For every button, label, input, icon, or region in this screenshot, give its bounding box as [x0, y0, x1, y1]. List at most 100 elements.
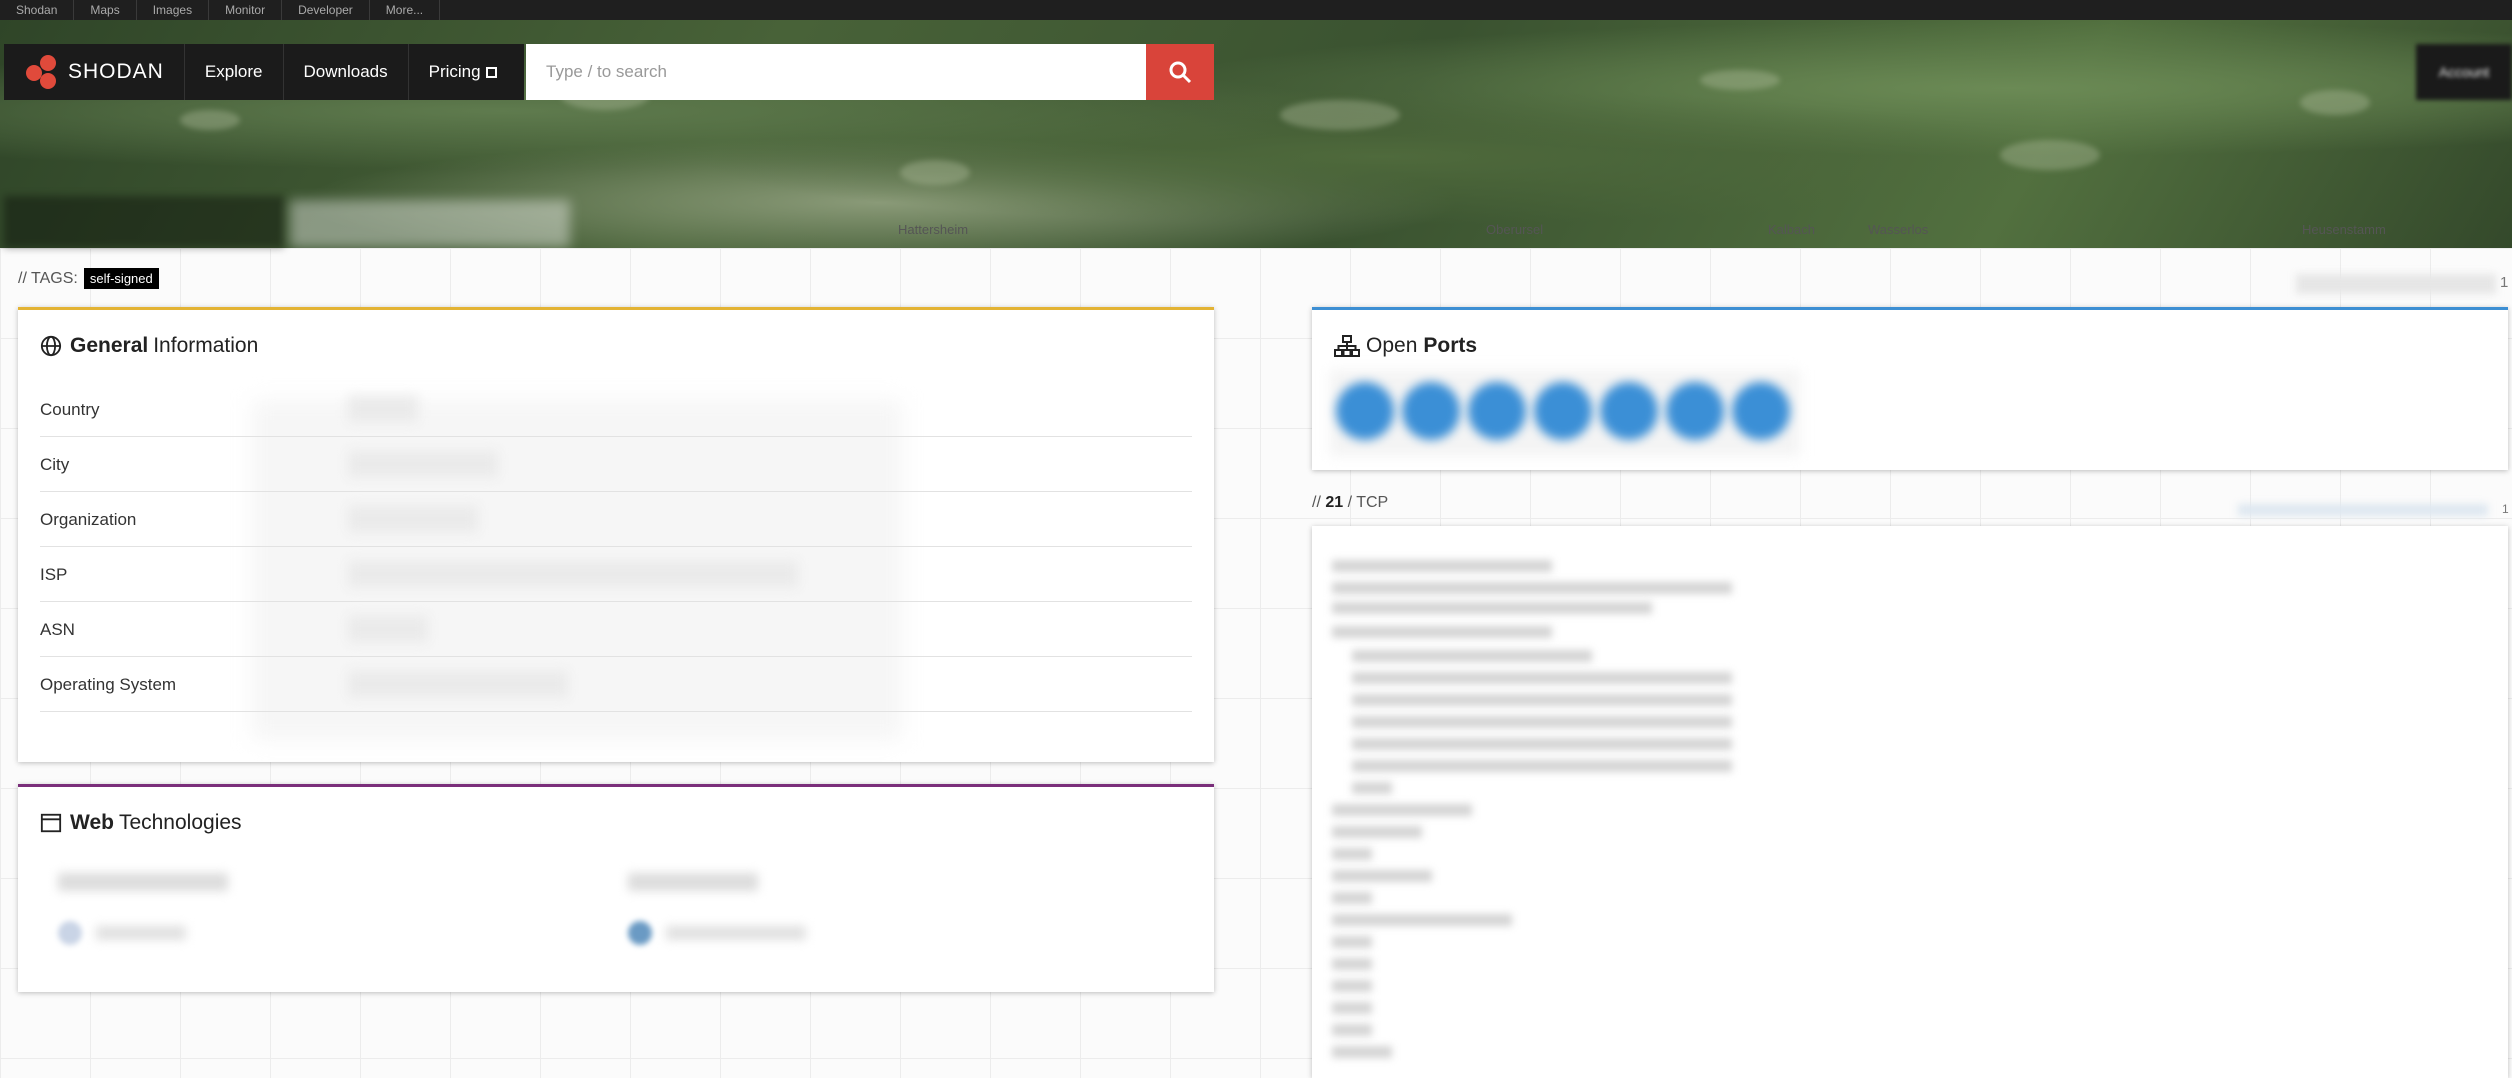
info-row-os: Operating System	[40, 657, 1192, 712]
topbar-link-images[interactable]: Images	[137, 0, 210, 20]
nav-downloads[interactable]: Downloads	[284, 44, 409, 100]
search-button[interactable]	[1146, 44, 1214, 100]
port-heading-prefix: //	[1312, 494, 1321, 511]
banner-line	[1332, 602, 1652, 614]
host-hostname	[290, 200, 570, 248]
banner-line	[1332, 1024, 1372, 1036]
info-label: Organization	[40, 510, 137, 529]
banner-line	[1352, 738, 1732, 750]
banner-line	[1332, 936, 1372, 948]
port-number: 21	[1325, 494, 1344, 511]
map-label: Oberursel	[1486, 222, 1544, 237]
topbar-link-monitor[interactable]: Monitor	[209, 0, 283, 20]
info-label: Country	[40, 400, 100, 419]
map-label: Kalbach	[1768, 222, 1815, 237]
web-title-rest: Technologies	[118, 811, 242, 834]
browser-window-icon	[40, 813, 62, 833]
account-button[interactable]: Account	[2416, 44, 2512, 100]
banner-line	[1332, 980, 1372, 992]
info-value	[348, 451, 498, 477]
general-information-title: General Information	[40, 334, 258, 358]
tech-logo-icon	[628, 921, 652, 945]
top-utility-bar: Shodan Maps Images Monitor Developer Mor…	[0, 0, 2512, 20]
banner-line	[1332, 626, 1552, 638]
nav-explore[interactable]: Explore	[185, 44, 284, 100]
info-label: City	[40, 455, 70, 474]
tech-category	[58, 873, 278, 953]
banner-line	[1352, 650, 1592, 662]
info-row-organization: Organization	[40, 492, 1192, 547]
port-pill[interactable]	[1468, 382, 1526, 440]
info-row-country: Country	[40, 382, 1192, 437]
port-timestamp	[2238, 504, 2488, 516]
tech-category-heading	[58, 873, 228, 891]
banner-line	[1352, 782, 1392, 794]
web-technologies-card: Web Technologies	[18, 784, 1214, 992]
banner-line	[1332, 892, 1372, 904]
banner-line	[1332, 560, 1552, 572]
banner-line	[1332, 582, 1732, 594]
port-banner-card	[1312, 526, 2508, 1078]
info-value	[348, 396, 418, 422]
banner-line	[1352, 672, 1732, 684]
web-title-bold: Web	[70, 811, 114, 834]
general-title-bold: General	[70, 334, 149, 357]
open-ports-title: Open Ports	[1334, 334, 1482, 358]
tech-name[interactable]	[96, 926, 186, 940]
last-seen	[2296, 274, 2496, 294]
topbar-link-maps[interactable]: Maps	[74, 0, 137, 20]
banner-line	[1352, 716, 1732, 728]
map-label: Heusenstamm	[2302, 222, 2386, 237]
topbar-link-shodan[interactable]: Shodan	[0, 0, 75, 20]
map-label: Hattersheim	[898, 222, 969, 237]
general-information-card: General Information Country City Organiz…	[18, 307, 1214, 762]
shodan-logo-icon	[26, 55, 60, 89]
port-pill[interactable]	[1732, 382, 1790, 440]
port-pill[interactable]	[1666, 382, 1724, 440]
network-sitemap-icon	[1334, 335, 1360, 357]
port-pill[interactable]	[1600, 382, 1658, 440]
web-technologies-title: Web Technologies	[40, 811, 242, 835]
tech-category	[628, 873, 848, 953]
banner-line	[1332, 914, 1512, 926]
tag-self-signed[interactable]: self-signed	[83, 268, 159, 289]
info-value	[348, 561, 798, 587]
globe-icon	[40, 335, 62, 357]
open-ports-card: Open Ports	[1312, 307, 2508, 470]
banner-line	[1352, 694, 1732, 706]
info-label: ISP	[40, 565, 68, 584]
host-ip-title	[4, 196, 284, 248]
tech-logo-icon	[58, 921, 82, 945]
banner-line	[1332, 870, 1432, 882]
tags-row: // TAGS: self-signed	[18, 268, 159, 289]
topbar-link-developer[interactable]: Developer	[282, 0, 370, 20]
shodan-logo[interactable]: Shodan	[4, 44, 185, 100]
nav-pricing[interactable]: Pricing	[409, 44, 517, 100]
ports-title-bold: Ports	[1423, 334, 1478, 357]
info-label: ASN	[40, 620, 75, 639]
port-pill[interactable]	[1402, 382, 1460, 440]
banner-line	[1332, 1002, 1372, 1014]
port-heading: // 21 / TCP	[1312, 494, 1388, 512]
tech-name[interactable]	[666, 926, 806, 940]
brand-name: Shodan	[68, 60, 164, 83]
banner-line	[1332, 958, 1372, 970]
info-label: Operating System	[40, 675, 177, 694]
info-row-isp: ISP	[40, 547, 1192, 602]
tags-label: // TAGS:	[18, 269, 78, 287]
port-timestamp-edge: 1	[2502, 502, 2509, 516]
banner-line	[1332, 804, 1472, 816]
info-value	[348, 506, 478, 532]
port-pill[interactable]	[1336, 382, 1394, 440]
port-pill[interactable]	[1534, 382, 1592, 440]
main-navbar: Shodan Explore Downloads Pricing	[4, 44, 524, 100]
port-protocol: / TCP	[1347, 494, 1389, 511]
info-row-asn: ASN	[40, 602, 1192, 657]
topbar-link-more[interactable]: More...	[370, 0, 441, 20]
info-value	[348, 671, 568, 697]
search-input[interactable]	[526, 44, 1146, 100]
external-link-icon	[485, 67, 497, 78]
banner-line	[1332, 848, 1372, 860]
banner-line	[1332, 826, 1422, 838]
tech-category-heading	[628, 873, 758, 891]
